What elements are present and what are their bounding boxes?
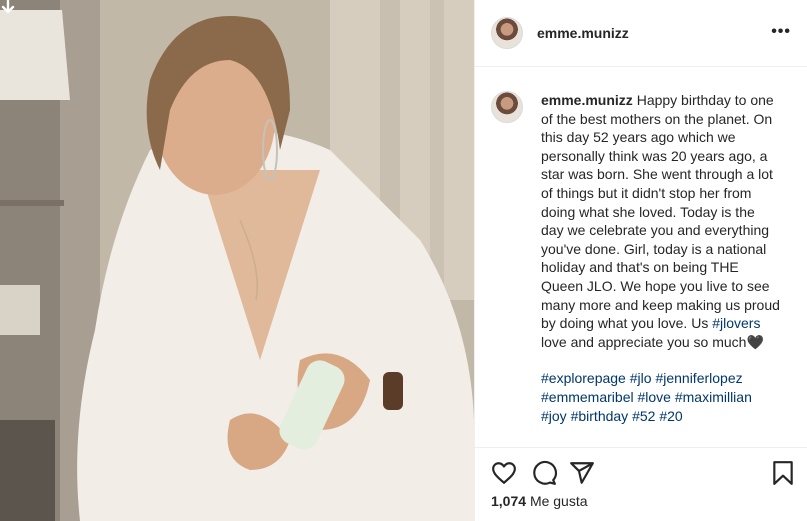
hashtag-link[interactable]: #birthday — [571, 408, 629, 424]
caption-avatar[interactable] — [491, 91, 523, 123]
header-username[interactable]: emme.munizz — [537, 25, 629, 41]
black-heart-emoji: 🖤 — [746, 333, 764, 350]
heart-icon[interactable] — [491, 460, 517, 486]
post-header: emme.munizz ••• — [475, 0, 807, 67]
post-photo[interactable] — [0, 0, 474, 521]
download-arrow-icon[interactable] — [0, 0, 16, 16]
bookmark-icon[interactable] — [770, 460, 796, 486]
avatar[interactable] — [491, 17, 523, 49]
caption-username[interactable]: emme.munizz — [541, 92, 633, 108]
hashtag-link[interactable]: #explorepage — [541, 370, 626, 386]
hashtag-link[interactable]: #joy — [541, 408, 567, 424]
hashtag-link[interactable]: #jlo — [630, 370, 652, 386]
caption-body: Happy birthday to one of the best mother… — [541, 92, 780, 332]
share-plane-icon[interactable] — [569, 460, 595, 486]
hashtag-link[interactable]: #maximillian — [675, 389, 752, 405]
comment-bubble-icon[interactable] — [531, 460, 557, 486]
action-bar — [475, 447, 807, 497]
likes-number: 1,074 — [491, 493, 527, 509]
instagram-post: emme.munizz ••• emme.munizz Happy birthd… — [0, 0, 807, 521]
hashtag-list: #explorepage #jlo #jenniferlopez #emmema… — [541, 369, 781, 425]
caption-body-end: love and appreciate you so much — [541, 333, 747, 350]
hashtag-link[interactable]: #emmemaribel — [541, 389, 634, 405]
hashtag-link[interactable]: #love — [637, 389, 670, 405]
hashtag-link[interactable]: #jlovers — [712, 315, 760, 331]
caption-comment: emme.munizz Happy birthday to one of the… — [475, 67, 807, 425]
caption-text: emme.munizz Happy birthday to one of the… — [541, 91, 781, 425]
hashtag-link[interactable]: #jenniferlopez — [655, 370, 742, 386]
more-options-icon[interactable]: ••• — [771, 24, 791, 40]
likes-label: Me gusta — [529, 493, 588, 509]
post-photo-illustration — [0, 0, 474, 521]
hashtag-link[interactable]: #52 — [632, 408, 655, 424]
likes-count[interactable]: 1,074 Me gusta — [491, 493, 588, 509]
hashtag-link[interactable]: #20 — [659, 408, 682, 424]
post-sidebar: emme.munizz ••• emme.munizz Happy birthd… — [474, 0, 807, 521]
